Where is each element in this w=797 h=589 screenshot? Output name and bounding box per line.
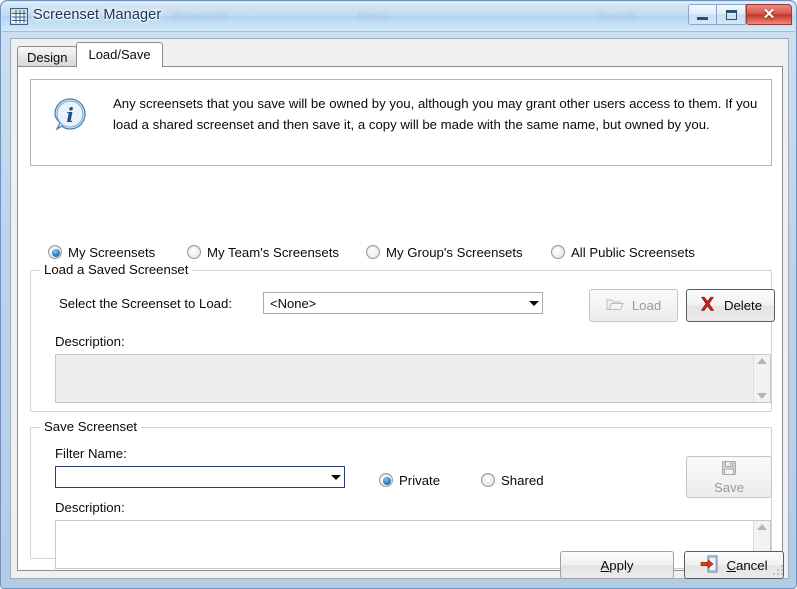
radio-shared[interactable]: Shared — [481, 470, 544, 490]
floppy-disk-icon — [721, 460, 737, 479]
title-bar: Screenset Manager Screenset Menu Search … — [2, 2, 795, 32]
ghost-artifact-1: Screenset — [172, 9, 227, 23]
cancel-button-label: Cancel — [726, 558, 767, 573]
dialog-footer: Apply Cancel — [11, 544, 790, 580]
load-group-title: Load a Saved Screenset — [40, 262, 193, 277]
filter-name-label: Filter Name: — [55, 446, 127, 461]
resize-grip[interactable] — [772, 563, 784, 575]
radio-button-icon — [551, 245, 565, 259]
tab-design-label: Design — [27, 50, 68, 65]
filter-name-combobox[interactable] — [55, 466, 345, 488]
red-x-icon — [699, 296, 716, 315]
grid-table-icon — [10, 8, 28, 25]
info-banner: i Any screensets that you save will be o… — [30, 79, 772, 166]
delete-button[interactable]: Delete — [686, 289, 775, 322]
cancel-button-rest: ancel — [736, 557, 768, 573]
cancel-button[interactable]: Cancel — [684, 551, 784, 579]
load-saved-screenset-group: Load a Saved Screenset Select the Screen… — [30, 262, 775, 412]
load-description-value — [56, 355, 753, 402]
exit-door-icon — [700, 555, 718, 576]
tab-design[interactable]: Design — [17, 46, 78, 67]
info-icon: i — [53, 97, 87, 131]
radio-private-label: Private — [399, 472, 441, 488]
client-area: Design Load/Save i Any screensets that y… — [10, 38, 789, 579]
window-title: Screenset Manager — [33, 7, 162, 23]
scope-radio-group: My Screensets My Team's Screensets My Gr… — [48, 242, 748, 262]
close-button[interactable]: ✕ — [746, 4, 792, 25]
load-button-label: Load — [631, 298, 662, 313]
delete-button-label: Delete — [723, 298, 763, 313]
save-group-title: Save Screenset — [40, 419, 142, 434]
radio-private[interactable]: Private — [379, 470, 440, 490]
apply-mnemonic: A — [600, 557, 610, 573]
apply-button-label: Apply — [601, 558, 634, 573]
minimize-button[interactable] — [688, 4, 717, 25]
tab-strip: Design Load/Save — [17, 42, 783, 67]
radio-button-icon — [187, 245, 201, 259]
chevron-down-icon[interactable] — [327, 467, 344, 487]
radio-all-public-screensets-label: All Public Screensets — [571, 244, 695, 260]
radio-shared-label: Shared — [501, 472, 544, 488]
info-text: Any screensets that you save will be own… — [113, 96, 758, 132]
ghost-artifact-3: Search — [598, 9, 637, 23]
load-button[interactable]: Load — [589, 289, 678, 322]
load-description-scrollbar[interactable] — [753, 355, 770, 402]
minimize-icon — [697, 16, 708, 20]
radio-my-teams-screensets-label: My Team's Screensets — [207, 244, 339, 260]
scroll-up-arrow-icon[interactable] — [757, 524, 767, 530]
svg-text:i: i — [66, 103, 74, 127]
caption-buttons: ✕ — [688, 4, 792, 26]
screenset-select-value: <None> — [270, 295, 317, 311]
save-description-label: Description: — [55, 500, 125, 515]
radio-my-groups-screensets[interactable]: My Group's Screensets — [366, 242, 523, 262]
scroll-up-arrow-icon[interactable] — [757, 358, 767, 364]
radio-my-screensets[interactable]: My Screensets — [48, 242, 155, 262]
select-screenset-label: Select the Screenset to Load: — [59, 296, 233, 311]
apply-button[interactable]: Apply — [560, 551, 674, 579]
radio-my-screensets-label: My Screensets — [68, 244, 156, 260]
maximize-button[interactable] — [717, 4, 746, 25]
open-folder-icon — [606, 297, 624, 315]
radio-my-teams-screensets[interactable]: My Team's Screensets — [187, 242, 339, 262]
tab-load-save-label: Load/Save — [88, 46, 151, 62]
radio-all-public-screensets[interactable]: All Public Screensets — [551, 242, 695, 262]
load-description-label: Description: — [55, 334, 125, 349]
radio-button-icon — [48, 245, 62, 259]
chevron-down-icon[interactable] — [525, 293, 542, 313]
save-screenset-group: Save Screenset Filter Name: Private Shar… — [30, 419, 772, 569]
save-button-label: Save — [713, 479, 745, 495]
radio-button-icon — [379, 473, 393, 487]
radio-button-icon — [366, 245, 380, 259]
screenset-manager-window: Screenset Manager Screenset Menu Search … — [0, 0, 797, 589]
close-icon: ✕ — [762, 6, 776, 23]
radio-button-icon — [481, 473, 495, 487]
screenset-select-combobox[interactable]: <None> — [263, 292, 543, 314]
scroll-down-arrow-icon[interactable] — [757, 393, 767, 399]
load-description-textarea[interactable] — [55, 354, 771, 403]
apply-button-rest: pply — [609, 557, 634, 573]
radio-my-groups-screensets-label: My Group's Screensets — [386, 244, 523, 260]
ghost-artifact-2: Menu — [358, 9, 389, 23]
save-button[interactable]: Save — [686, 456, 772, 498]
tab-load-save[interactable]: Load/Save — [76, 42, 163, 67]
maximize-icon — [725, 9, 737, 20]
tab-page-load-save: i Any screensets that you save will be o… — [17, 66, 783, 571]
cancel-mnemonic: C — [726, 557, 736, 573]
